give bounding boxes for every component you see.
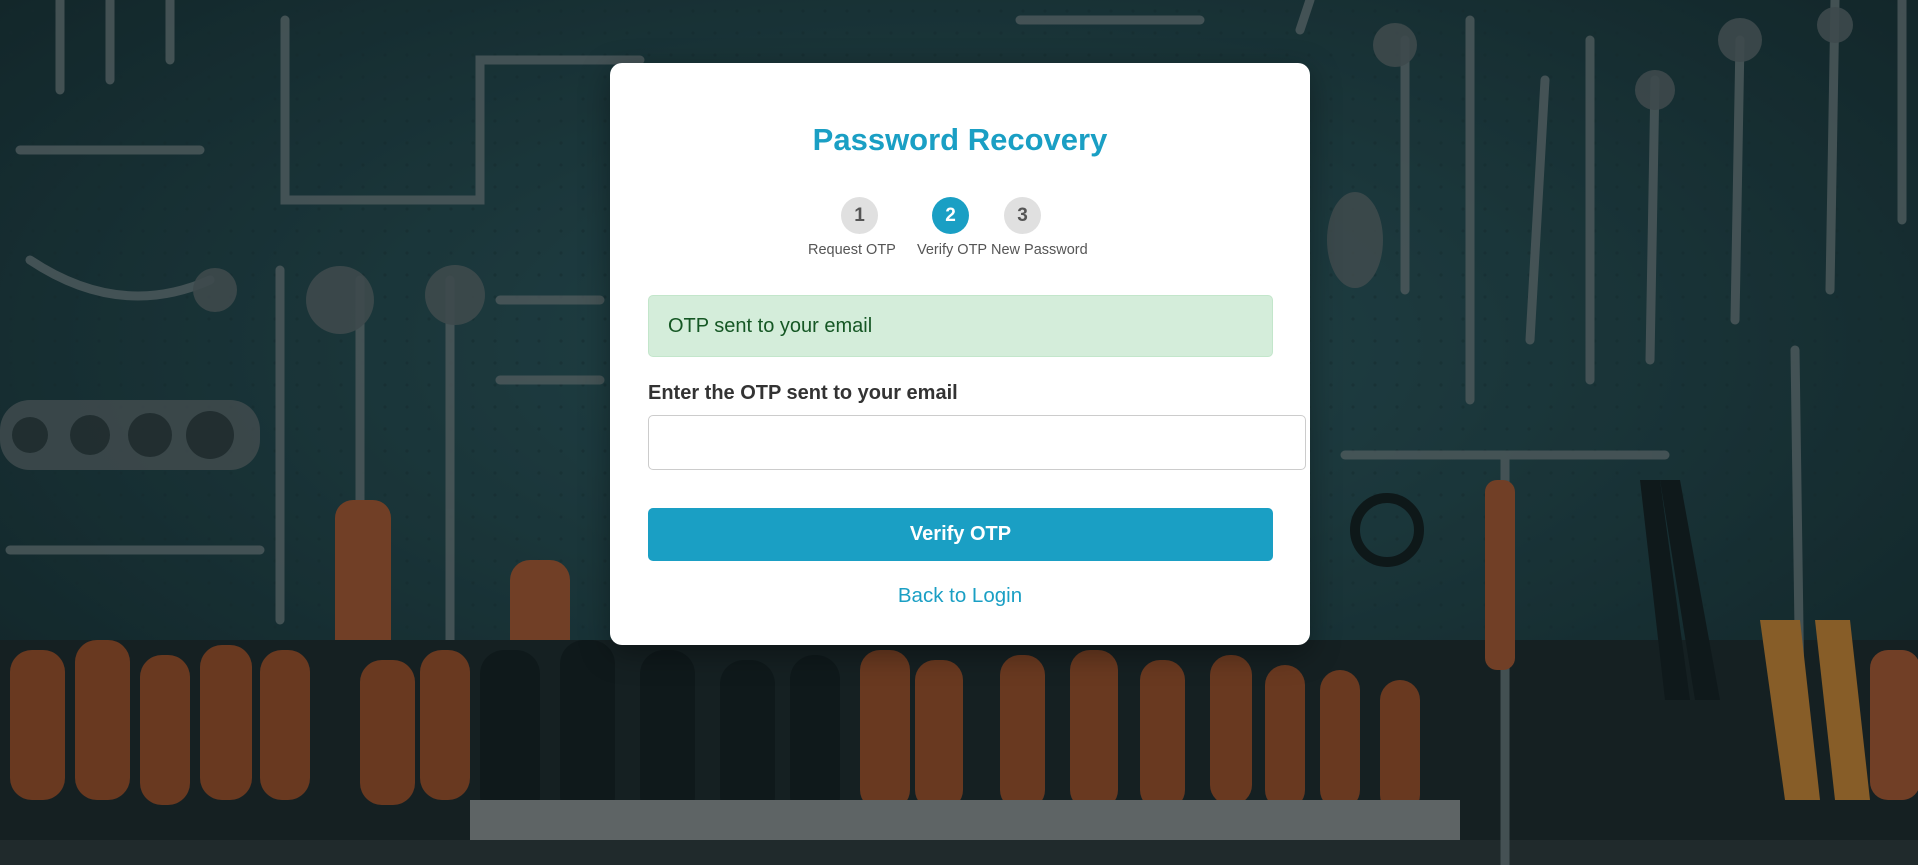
otp-field-label: Enter the OTP sent to your email <box>648 382 958 404</box>
step-3-label: New Password <box>991 242 1088 258</box>
success-alert: OTP sent to your email <box>648 295 1273 357</box>
step-3-circle: 3 <box>1004 197 1041 234</box>
step-1-circle: 1 <box>841 197 878 234</box>
otp-input[interactable] <box>648 415 1306 470</box>
verify-otp-button[interactable]: Verify OTP <box>648 508 1273 561</box>
password-recovery-card: Password Recovery 1 2 3 Request OTP Veri… <box>610 63 1310 645</box>
back-to-login-link[interactable]: Back to Login <box>610 584 1310 608</box>
step-2-circle: 2 <box>932 197 969 234</box>
step-1-label: Request OTP <box>808 242 896 258</box>
page-title: Password Recovery <box>812 122 1108 157</box>
step-2-label: Verify OTP <box>917 242 988 258</box>
step-indicator: 1 2 3 Request OTP Verify OTP New Passwor… <box>610 197 1310 258</box>
